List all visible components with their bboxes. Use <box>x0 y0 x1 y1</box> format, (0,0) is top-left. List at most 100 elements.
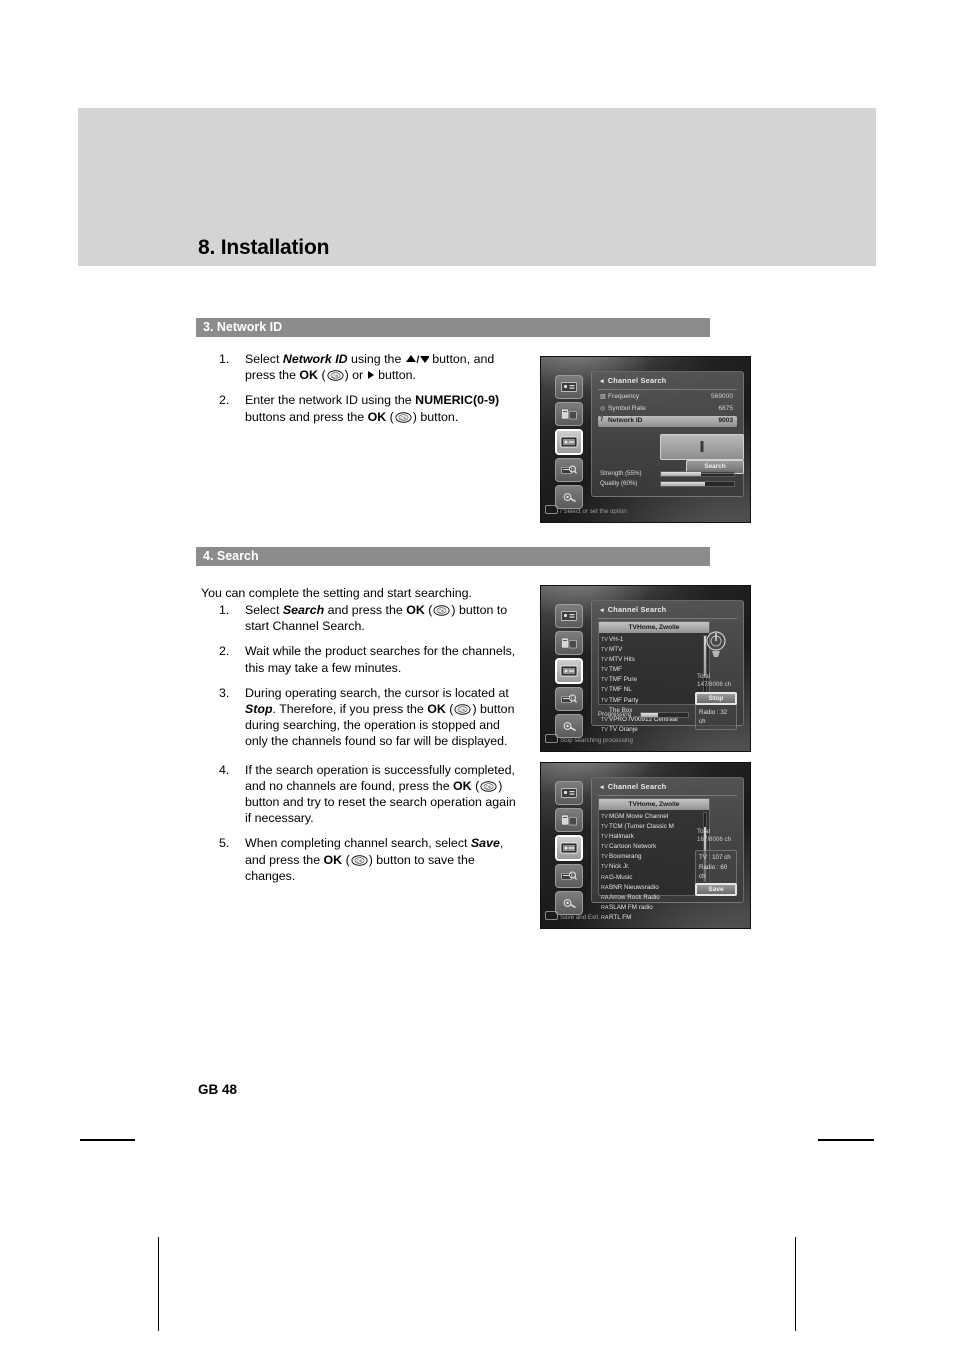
list-item: 1. Select Network ID using the / button,… <box>219 351 519 383</box>
list-item[interactable]: TVNick Jr. <box>601 862 702 872</box>
list-item: 4. If the search operation is successful… <box>219 762 519 827</box>
rail-icon-search[interactable] <box>555 864 583 888</box>
list-item[interactable]: TVCartoon Network <box>601 842 702 852</box>
divider <box>598 618 737 619</box>
ok-key-icon: OK <box>351 854 368 866</box>
list-item: 2. Enter the network ID using the NUMERI… <box>219 392 519 424</box>
svg-text:OK: OK <box>400 415 406 420</box>
progress-label: Progressing <box>598 711 632 718</box>
ok-key-icon: OK <box>433 605 450 616</box>
channel-type-icon: TV <box>601 697 608 704</box>
list-item[interactable]: TVVH-1 <box>601 635 702 645</box>
channel-list-box: TVHome, Zwolle TVVH-1 TVMTV TVMTV Hits T… <box>598 621 710 733</box>
list-item[interactable]: TVTCM (Turner Classic M <box>601 822 702 832</box>
rail-icon-search[interactable] <box>555 687 583 711</box>
signal-strength-meter: Strength (55%) <box>600 470 735 477</box>
divider <box>598 795 737 796</box>
svg-text:/: / <box>416 355 419 364</box>
step-number: 3. <box>219 685 230 700</box>
channel-type-icon: TV <box>601 677 608 684</box>
rail-icon-system[interactable] <box>555 781 583 805</box>
rail-icon-installation-selected[interactable] <box>555 658 583 684</box>
page-title: 8. Installation <box>198 236 330 259</box>
panel-title: ◂ Channel Search <box>600 782 667 791</box>
list-item[interactable]: TVMTV Hits <box>601 655 702 665</box>
list-item[interactable]: TVMGM Movie Channel <box>601 812 702 822</box>
panel-title: ◂ Channel Search <box>600 376 667 385</box>
ok-key-icon: OK <box>327 370 344 381</box>
channel-name: Arrow Rock Radio <box>609 893 660 901</box>
step-text: During operating search, the cursor is l… <box>245 685 515 749</box>
rail-icon-installation-selected[interactable] <box>555 835 583 861</box>
total-label: Total <box>697 673 711 680</box>
rail-icon-system[interactable] <box>555 375 583 399</box>
menu-icon-rail <box>555 604 585 741</box>
channel-type-icon: TV <box>601 637 608 643</box>
channel-name: Hallmark <box>609 833 634 841</box>
key-chip-icon <box>545 911 558 920</box>
step-text: Enter the network ID using the NUMERIC(0… <box>245 393 500 424</box>
list-item[interactable]: TVBoomerang <box>601 852 702 862</box>
step-number: 1. <box>219 603 230 617</box>
meter-label: Strength (55%) <box>600 470 642 477</box>
progress-fill <box>641 713 658 717</box>
footer-hint-text: Stop searching processing <box>560 737 633 744</box>
crop-mark-lower-left-tick <box>80 1139 135 1141</box>
total-label: Total <box>697 828 711 835</box>
back-arrow-icon[interactable]: ◂ <box>600 607 604 614</box>
list-item[interactable]: RAArrow Rock Radio <box>601 893 702 903</box>
channel-name: MGM Movie Channel <box>609 813 669 820</box>
channel-list: TVMGM Movie Channel TVTCM (Turner Classi… <box>601 812 702 921</box>
rail-icon-channel-organiser[interactable] <box>555 808 583 832</box>
rail-icon-search[interactable] <box>555 458 583 482</box>
svg-text:OK: OK <box>439 609 445 614</box>
channel-type-icon: TV <box>601 824 608 831</box>
total-channels-info: Total 167/8006 ch <box>697 828 731 845</box>
list-item: 1. Select Search and press the OK (OK) b… <box>219 602 519 634</box>
search-info-pane: Total 147/8006 ch TV : 65 ch Radio : 32 … <box>695 621 737 730</box>
menu-row-symbol-rate[interactable]: ◎ Symbol Rate 6875 <box>598 404 737 415</box>
list-item[interactable]: TVTMF <box>601 665 702 675</box>
network-id-input[interactable] <box>660 434 744 460</box>
list-item[interactable]: RAG-Music <box>601 873 702 883</box>
screenshot-searching: ◂ Channel Search TVHome, Zwolle TVVH-1 TV… <box>540 585 751 752</box>
channel-name: TMF Party <box>609 696 639 704</box>
row-value: 9003 <box>718 417 733 424</box>
total-value: 147/8006 ch <box>697 681 732 689</box>
back-arrow-icon[interactable]: ◂ <box>600 784 604 791</box>
svg-text:OK: OK <box>332 374 338 379</box>
steps-network-id: 1. Select Network ID using the / button,… <box>219 351 519 434</box>
list-item: 5. When completing channel search, selec… <box>219 835 519 884</box>
list-item[interactable]: TVHallmark <box>601 832 702 842</box>
step-number: 2. <box>219 644 230 659</box>
channel-type-icon: TV <box>601 834 608 841</box>
signal-quality-meter: Quality (60%) <box>600 480 735 487</box>
channel-type-icon: TV <box>601 667 608 674</box>
menu-row-frequency[interactable]: ▧ Frequency 569000 <box>598 392 737 403</box>
satellite-dish-icon <box>703 629 729 664</box>
stop-button[interactable]: Stop <box>695 692 737 705</box>
channel-type-icon: TV <box>601 854 608 861</box>
menu-icon-rail <box>555 781 585 918</box>
channel-name: VH-1 <box>609 636 624 643</box>
total-value: 167/8006 ch <box>697 836 732 844</box>
row-label: Symbol Rate <box>608 405 646 412</box>
channel-name: TCM (Turner Classic M <box>609 823 674 831</box>
panel-footer-hint: Save and Exit <box>545 910 746 924</box>
list-item[interactable]: TVTMF Pure <box>601 675 702 685</box>
menu-row-network-id[interactable]: 7 Network ID 9003 <box>598 416 737 427</box>
list-item[interactable]: RABNR Nieuwsradio <box>601 883 702 893</box>
step-text: When completing channel search, select S… <box>245 836 504 883</box>
save-button[interactable]: Save <box>695 883 737 896</box>
rail-icon-system[interactable] <box>555 604 583 628</box>
rail-icon-channel-organiser[interactable] <box>555 631 583 655</box>
list-item[interactable]: TVMTV <box>601 645 702 655</box>
key-chip-icon <box>545 734 558 743</box>
rail-icon-channel-organiser[interactable] <box>555 402 583 426</box>
list-item[interactable]: TVTMF NL <box>601 685 702 695</box>
rail-icon-installation-selected[interactable] <box>555 429 583 455</box>
list-item[interactable]: TVTMF Party <box>601 696 702 706</box>
search-intro-text: You can complete the setting and start s… <box>201 586 472 600</box>
channel-name: TMF <box>609 666 622 674</box>
back-arrow-icon[interactable]: ◂ <box>600 378 604 385</box>
